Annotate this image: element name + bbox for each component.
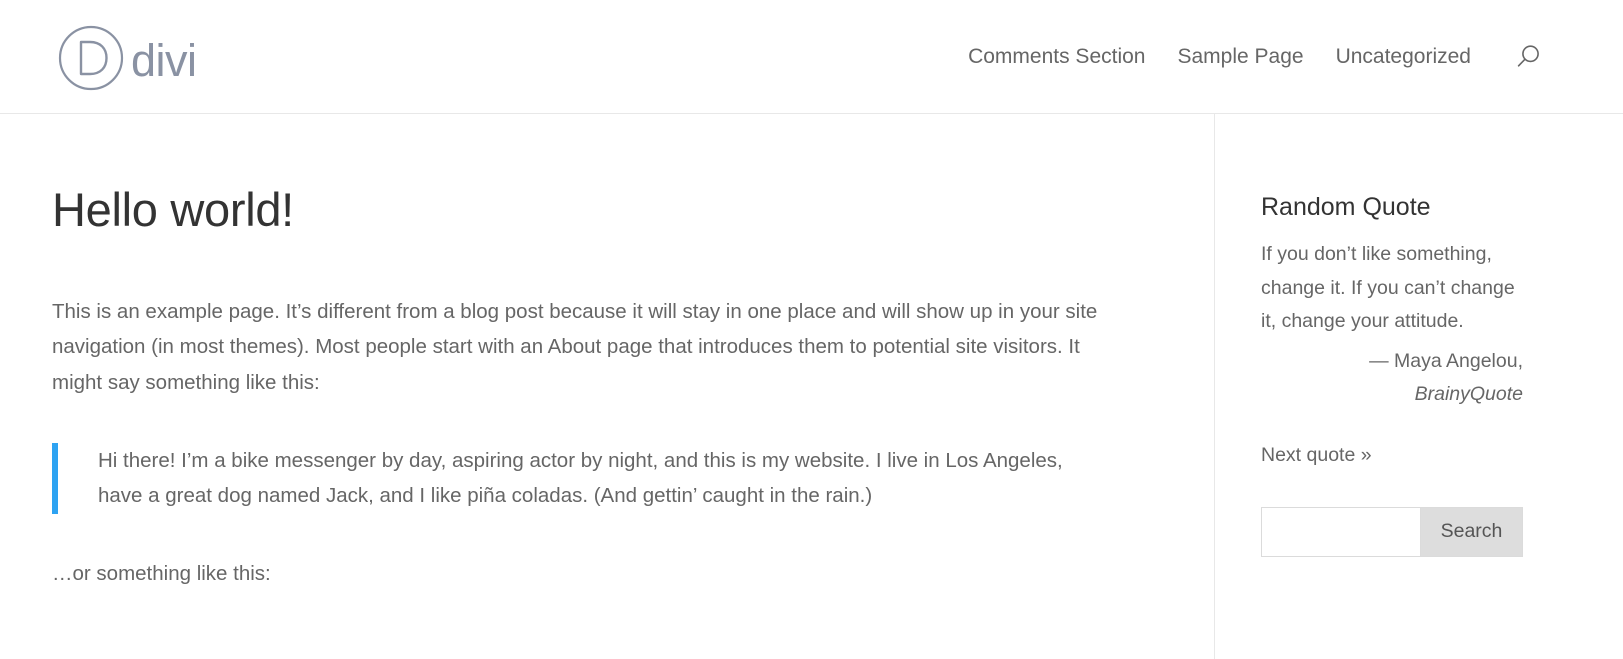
main-content: Hello world! This is an example page. It…: [0, 114, 1214, 659]
sidebar: Random Quote If you don’t like something…: [1214, 114, 1623, 659]
quote-author: — Maya Angelou,: [1369, 349, 1523, 372]
random-quote-attribution: — Maya Angelou, BrainyQuote: [1261, 345, 1523, 412]
random-quote-title: Random Quote: [1261, 193, 1431, 221]
nav-item-comments-section[interactable]: Comments Section: [952, 45, 1161, 69]
divi-circle-d-icon: [58, 25, 124, 91]
search-submit-button[interactable]: Search: [1420, 506, 1523, 557]
next-quote-link[interactable]: Next quote »: [1261, 440, 1372, 471]
main-navigation: Comments Section Sample Page Uncategoriz…: [952, 0, 1471, 114]
page-title: Hello world!: [52, 183, 294, 236]
site-header: divi Comments Section Sample Page Uncate…: [0, 0, 1623, 114]
sidebar-search-form: Search: [1261, 506, 1523, 557]
page-wrapper: Hello world! This is an example page. It…: [0, 114, 1623, 659]
search-icon[interactable]: [1511, 40, 1545, 74]
search-icon-glyph: [1517, 44, 1539, 67]
nav-item-uncategorized[interactable]: Uncategorized: [1320, 45, 1471, 69]
random-quote-text: If you don’t like something, change it. …: [1261, 243, 1515, 333]
logo-wordmark: divi: [131, 34, 197, 86]
intro-paragraph: This is an example page. It’s different …: [52, 299, 1098, 395]
search-input[interactable]: [1261, 506, 1420, 557]
quote-source: BrainyQuote: [1414, 383, 1523, 406]
blockquote-text: Hi there! I’m a bike messenger by day, a…: [98, 448, 1063, 508]
nav-item-sample-page[interactable]: Sample Page: [1161, 45, 1319, 69]
random-quote-widget: Random Quote If you don’t like something…: [1261, 192, 1523, 471]
header-inner: divi Comments Section Sample Page Uncate…: [0, 0, 1623, 113]
example-blockquote: Hi there! I’m a bike messenger by day, a…: [52, 442, 1104, 515]
closing-paragraph: …or something like this:: [52, 562, 271, 586]
site-logo[interactable]: divi: [57, 24, 197, 92]
